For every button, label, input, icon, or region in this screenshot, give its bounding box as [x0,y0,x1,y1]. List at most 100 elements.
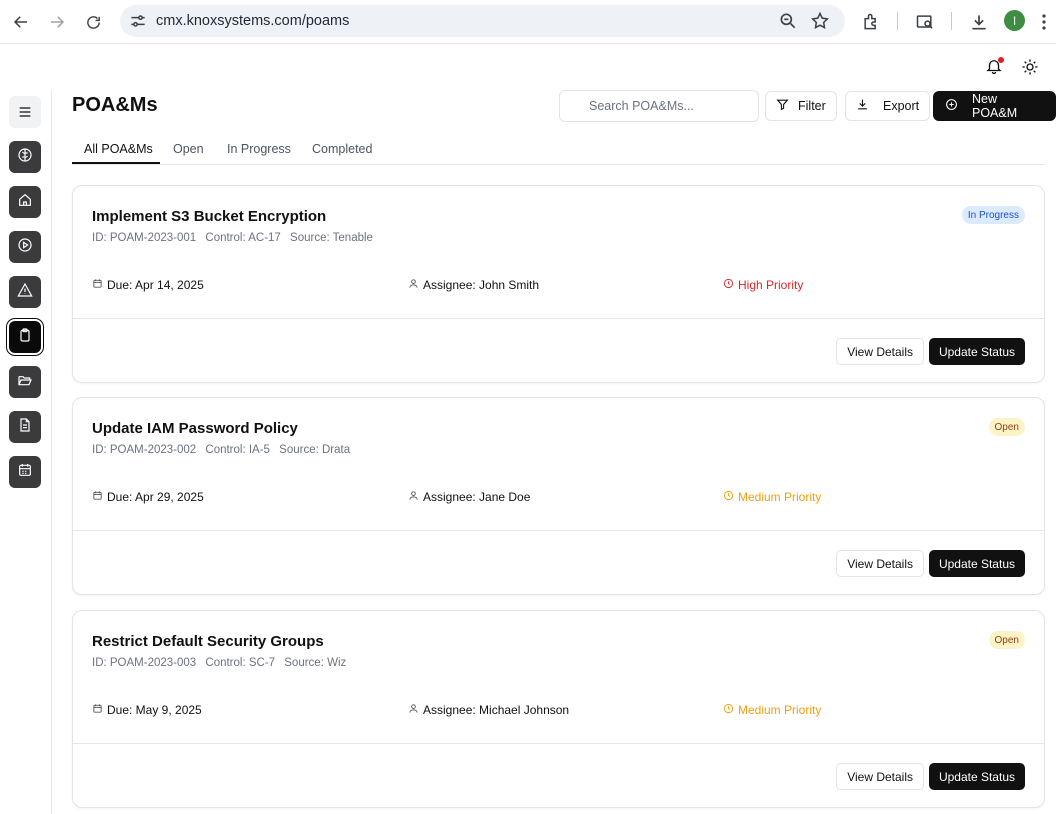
priority-text: High Priority [738,278,804,292]
priority: High Priority [723,278,803,292]
update-status-button[interactable]: Update Status [928,550,1025,577]
sidebar [0,90,52,814]
browser-menu-icon[interactable] [1036,9,1052,35]
poam-control: Control: SC-7 [205,657,276,669]
play-circle-icon [17,237,33,258]
plus-circle-icon [945,98,958,114]
poam-source: Source: Drata [279,444,351,456]
poam-meta: ID: POAM-2023-003 Control: SC-7 Source: … [92,657,352,669]
tab-open[interactable]: Open [173,142,204,156]
new-poam-label: New POA&M [972,92,1018,120]
sidebar-item-calendar[interactable] [9,456,41,488]
forward-icon[interactable] [44,9,70,35]
poam-control: Control: AC-17 [205,232,281,244]
priority: Medium Priority [723,703,821,717]
update-status-button[interactable]: Update Status [928,338,1025,365]
update-status-button[interactable]: Update Status [928,763,1025,790]
calendar-icon [92,278,103,292]
reload-icon[interactable] [80,9,106,35]
poam-id: ID: POAM-2023-001 [92,232,197,244]
poam-id: ID: POAM-2023-002 [92,444,197,456]
extensions-icon[interactable] [858,9,884,35]
notifications-bell-icon[interactable] [985,57,1005,77]
view-details-button[interactable]: View Details [836,550,924,577]
poam-card: Restrict Default Security Groups ID: POA… [72,610,1045,808]
sidebar-item-folders[interactable] [9,366,41,398]
sidebar-item-alerts[interactable] [9,276,41,308]
export-label: Export [883,99,920,113]
url-text: cmx.knoxsystems.com/poams [156,13,350,29]
sidebar-item-poams[interactable] [9,321,41,353]
notification-dot [998,57,1004,63]
poam-control: Control: IA-5 [205,444,270,456]
back-icon[interactable] [8,9,34,35]
filter-button[interactable]: Filter [765,91,837,121]
poam-meta: ID: POAM-2023-002 Control: IA-5 Source: … [92,444,356,456]
calendar-icon [92,703,103,717]
folder-open-icon [17,372,33,393]
poam-source: Source: Tenable [290,232,373,244]
profile-avatar[interactable]: I [1004,10,1025,31]
calendar-icon [17,462,33,483]
toolbar-divider [897,12,898,30]
due-text: Due: May 9, 2025 [107,703,202,717]
poam-meta: ID: POAM-2023-001 Control: AC-17 Source:… [92,232,379,244]
tab-in-progress[interactable]: In Progress [227,142,291,156]
poam-title: Implement S3 Bucket Encryption [92,208,327,225]
filter-label: Filter [798,99,826,113]
poam-id: ID: POAM-2023-003 [92,657,197,669]
home-icon [17,192,33,213]
search-input[interactable] [559,90,759,122]
menu-toggle-icon[interactable] [9,96,41,128]
view-details-button[interactable]: View Details [836,763,924,790]
tab-search-icon[interactable] [912,9,938,35]
tab-all[interactable]: All POA&Ms [84,142,153,156]
assignee-text: Assignee: John Smith [423,278,540,292]
bookmark-star-icon[interactable] [810,11,830,36]
priority: Medium Priority [723,490,821,504]
assignee-text: Assignee: Jane Doe [423,490,531,504]
due-date: Due: Apr 14, 2025 [92,278,204,292]
card-divider [73,743,1044,744]
user-icon [408,703,419,717]
clipboard-icon [17,327,33,348]
user-icon [408,278,419,292]
sidebar-item-documents[interactable] [9,411,41,443]
sidebar-item-home[interactable] [9,186,41,218]
download-icon[interactable] [966,9,992,35]
priority-text: Medium Priority [738,703,822,717]
address-bar[interactable]: cmx.knoxsystems.com/poams [120,5,845,37]
poam-title: Update IAM Password Policy [92,420,298,437]
tab-completed[interactable]: Completed [312,142,372,156]
due-text: Due: Apr 14, 2025 [107,278,204,292]
clock-icon [723,490,734,504]
priority-text: Medium Priority [738,490,822,504]
poam-title: Restrict Default Security Groups [92,633,324,650]
active-tab-indicator [72,162,160,164]
assignee: Assignee: Michael Johnson [408,703,569,717]
theme-toggle-sun-icon[interactable] [1021,58,1041,78]
export-button[interactable]: Export [845,91,931,121]
document-icon [17,417,33,438]
poam-source: Source: Wiz [284,657,347,669]
status-badge: Open [988,631,1025,649]
sidebar-item-play[interactable] [9,231,41,263]
user-icon [408,490,419,504]
new-poam-button[interactable]: New POA&M [933,91,1056,121]
due-date: Due: May 9, 2025 [92,703,202,717]
status-badge: Open [988,418,1025,436]
view-details-button[interactable]: View Details [836,338,924,365]
sidebar-item-brain[interactable] [9,141,41,173]
toolbar-divider [951,12,952,30]
assignee: Assignee: Jane Doe [408,490,530,504]
site-settings-icon[interactable] [128,11,148,36]
calendar-icon [92,490,103,504]
zoom-icon[interactable] [778,11,798,36]
due-text: Due: Apr 29, 2025 [107,490,204,504]
clock-icon [723,703,734,717]
due-date: Due: Apr 29, 2025 [92,490,204,504]
card-divider [73,318,1044,319]
browser-toolbar: cmx.knoxsystems.com/poams I [0,0,1056,44]
filter-icon [776,98,789,114]
export-download-icon [856,98,869,114]
